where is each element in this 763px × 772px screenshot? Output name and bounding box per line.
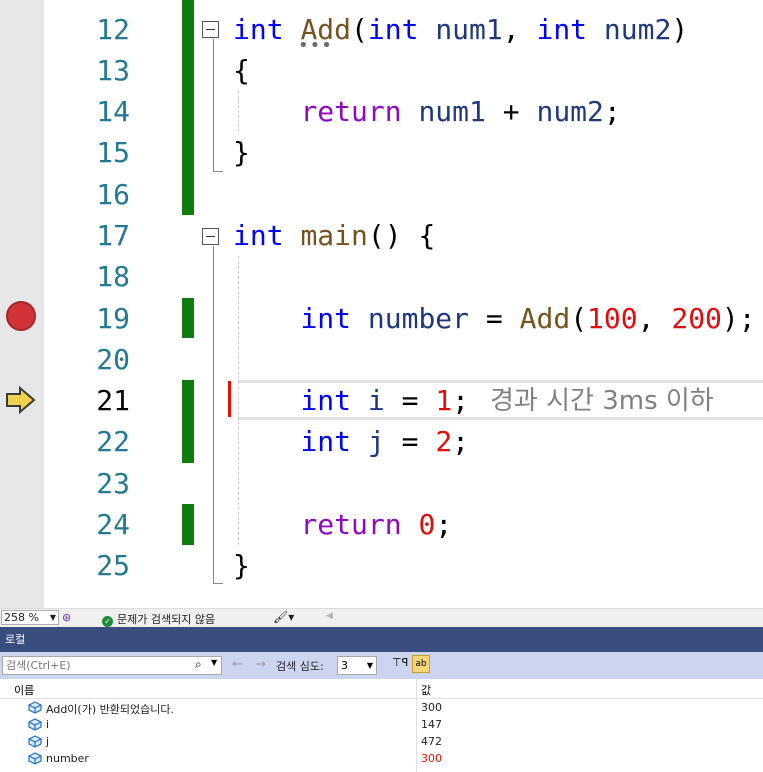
search-box[interactable]: ⌕ ▼ [2, 656, 222, 675]
chevron-down-icon: ▼ [366, 661, 373, 670]
row-value[interactable]: 300 [421, 701, 442, 714]
row-value[interactable]: 147 [421, 718, 442, 731]
outline-line [213, 39, 214, 171]
arrow-left-icon[interactable]: ← [232, 657, 243, 672]
row-name: j [46, 735, 50, 748]
zoom-icon[interactable]: ⊛ [62, 611, 71, 624]
perf-tip[interactable]: 경과 시간 3ms 이하 [490, 381, 714, 422]
line-number: 12 [96, 13, 130, 46]
collapse-main-icon[interactable] [202, 228, 219, 245]
scroll-left-icon[interactable]: ◀ [326, 611, 333, 621]
row-name: i [46, 718, 50, 731]
search-depth-label: 검색 심도: [276, 660, 324, 673]
line-number: 19 [96, 302, 130, 335]
code-line-13[interactable]: { [233, 50, 250, 91]
variable-icon [28, 735, 42, 748]
table-row[interactable]: j 472 [0, 733, 763, 750]
column-header-name[interactable]: 이름 [14, 682, 34, 698]
hex-display-button[interactable]: ab [412, 655, 430, 673]
outline-line [213, 246, 214, 583]
code-line-19[interactable]: int number = Add(100, 200); [233, 298, 755, 339]
code-line-24[interactable]: return 0; [233, 504, 452, 545]
editor-status-bar: 258 % ▼ ⊛ ✓ 문제가 검색되지 않음 🖌▾ ◀ [0, 608, 763, 627]
line-number: 17 [96, 219, 130, 252]
code-line-22[interactable]: int j = 2; [233, 421, 469, 462]
brush-icon[interactable]: 🖌▾ [273, 610, 294, 624]
line-number: 13 [96, 54, 130, 87]
code-line-21[interactable]: int i = 1; [233, 380, 469, 421]
issues-text: 문제가 검색되지 않음 [117, 613, 216, 626]
line-number: 14 [96, 95, 130, 128]
quick-action-dots[interactable]: ••• [298, 35, 333, 56]
column-header-value[interactable]: 값 [421, 682, 431, 698]
row-value[interactable]: 472 [421, 735, 442, 748]
breakpoint-icon[interactable] [6, 301, 36, 331]
code-line-17[interactable]: int main() { [233, 215, 435, 256]
table-row[interactable]: i 147 [0, 716, 763, 733]
current-line-number: 21 [96, 384, 130, 417]
locals-window: 로컬 ⌕ ▼ ← → 검색 심도: 3▼ ⊤ꟼ ab 이름 값 Add이(가) … [0, 627, 763, 772]
table-row[interactable]: Add이(가) 반환되었습니다. 300 [0, 699, 763, 716]
table-row[interactable]: number 300 [0, 750, 763, 767]
zoom-dropdown[interactable]: 258 % ▼ [1, 610, 59, 625]
search-icon[interactable]: ⌕ [195, 657, 202, 672]
change-bar [182, 380, 194, 463]
line-number: 20 [96, 343, 130, 376]
search-depth-select[interactable]: 3 ▼ [337, 656, 377, 675]
search-depth-value: 3 [341, 659, 348, 672]
search-input[interactable] [3, 657, 196, 674]
edit-marker [228, 381, 231, 417]
code-line-15[interactable]: } [233, 132, 250, 173]
variable-icon [28, 718, 42, 731]
line-number: 25 [96, 549, 130, 582]
code-editor[interactable]: 12 13 14 15 16 17 18 19 20 21 22 23 24 2… [0, 0, 763, 608]
line-number: 15 [96, 136, 130, 169]
line-number: 23 [96, 467, 130, 500]
code-line-14[interactable]: return num1 + num2; [233, 91, 620, 132]
line-number: 16 [96, 178, 130, 211]
line-number: 22 [96, 425, 130, 458]
change-bar [182, 298, 194, 338]
zoom-value: 258 % [4, 611, 39, 624]
locals-title: 로컬 [0, 627, 763, 652]
arrow-right-icon[interactable]: → [255, 657, 266, 672]
locals-toolbar: ⌕ ▼ ← → 검색 심도: 3▼ ⊤ꟼ ab [0, 652, 763, 679]
chevron-down-icon[interactable]: ▼ [211, 658, 217, 667]
line-number: 18 [96, 260, 130, 293]
variable-icon [28, 752, 42, 765]
table-header: 이름 값 [0, 679, 763, 699]
row-name: number [46, 752, 89, 765]
outline-line-end [213, 583, 223, 584]
current-statement-arrow-icon [6, 386, 36, 414]
line-number: 24 [96, 508, 130, 541]
row-name: Add이(가) 반환되었습니다. [46, 703, 174, 716]
change-bar [182, 504, 194, 545]
check-circle-icon: ✓ [102, 616, 113, 627]
issues-indicator[interactable]: ✓ 문제가 검색되지 않음 [102, 611, 215, 627]
collapse-add-icon[interactable] [202, 21, 219, 38]
outline-line-end [213, 171, 223, 172]
pin-icon[interactable]: ⊤ꟼ [392, 656, 408, 669]
change-bar [182, 0, 194, 215]
code-line-25[interactable]: } [233, 545, 250, 586]
variable-icon [28, 701, 42, 714]
row-value-changed[interactable]: 300 [421, 752, 442, 765]
chevron-down-icon: ▼ [49, 613, 56, 622]
